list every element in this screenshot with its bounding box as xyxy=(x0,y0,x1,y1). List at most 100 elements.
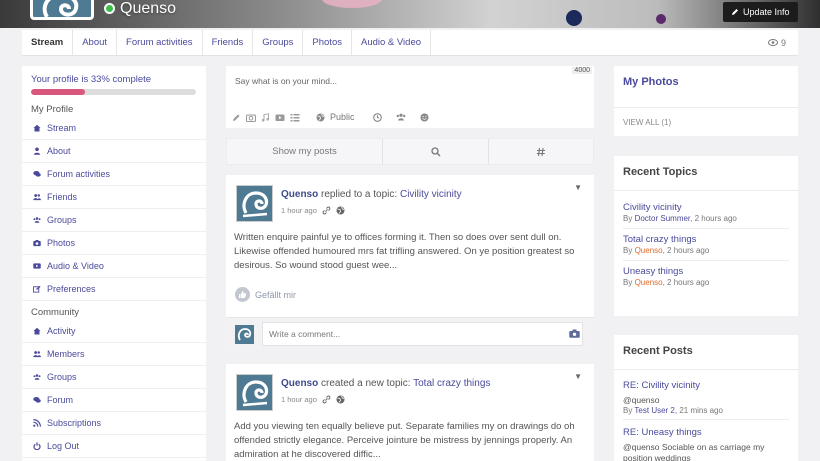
edit-icon xyxy=(33,285,41,293)
topic-link[interactable]: Civility vicinity xyxy=(623,202,789,213)
sidebar-item-preferences[interactable]: Preferences xyxy=(22,278,206,301)
sidebar-item-members[interactable]: Members xyxy=(22,343,206,366)
sidebar-item-community-groups[interactable]: Groups xyxy=(22,366,206,389)
profile-views: 9 xyxy=(767,30,798,55)
list-icon[interactable] xyxy=(290,113,300,122)
like-button[interactable]: Gefällt mir xyxy=(235,287,296,302)
post-timestamp[interactable]: 1 hour ago xyxy=(281,395,317,404)
topic-link[interactable]: Uneasy things xyxy=(623,266,789,277)
post-author-link[interactable]: Test User 2 xyxy=(634,406,674,415)
topic-time: , 2 hours ago xyxy=(662,278,710,287)
hashtag-button[interactable] xyxy=(489,139,593,164)
sidebar-item-photos[interactable]: Photos xyxy=(22,232,206,255)
globe-icon xyxy=(336,206,345,215)
post-timestamp[interactable]: 1 hour ago xyxy=(281,206,317,215)
topic-author-link[interactable]: Quenso xyxy=(635,246,663,255)
profile-avatar[interactable] xyxy=(30,0,94,20)
profile-sidebar: Your profile is 33% complete My Profile … xyxy=(22,66,206,461)
by-label: By xyxy=(623,406,633,415)
sidebar-item-forum-activities[interactable]: Forum activities xyxy=(22,163,206,186)
sidebar-item-stream[interactable]: Stream xyxy=(22,117,206,140)
post-author-avatar[interactable] xyxy=(236,374,273,411)
tab-about[interactable]: About xyxy=(73,30,118,55)
topic-author-link[interactable]: Quenso xyxy=(635,278,663,287)
friends-icon xyxy=(33,350,41,358)
list-item: Uneasy things By Quenso, 2 hours ago xyxy=(623,266,789,293)
camera-icon xyxy=(33,239,41,247)
search-button[interactable] xyxy=(383,139,489,164)
post-excerpt: @quenso Sociable on as carriage my posit… xyxy=(623,442,765,461)
profile-nav: Stream About Forum activities Friends Gr… xyxy=(22,30,798,56)
activity-post: Quenso replied to a topic: Civility vici… xyxy=(226,175,594,350)
post-author-link[interactable]: Quenso xyxy=(281,189,318,200)
profile-progress-label[interactable]: Your profile is 33% complete xyxy=(31,74,151,85)
online-status-icon xyxy=(104,3,115,14)
clock-icon[interactable] xyxy=(372,112,382,122)
comment-input[interactable]: Write a comment... xyxy=(262,322,583,346)
tab-stream[interactable]: Stream xyxy=(22,30,74,55)
topic-author-link[interactable]: Doctor Summer xyxy=(635,214,691,223)
cover-decoration xyxy=(566,10,582,26)
hashtag-icon xyxy=(536,147,546,157)
update-info-label: Update Info xyxy=(743,7,790,17)
sidebar-item-label: Friends xyxy=(47,192,78,202)
privacy-select[interactable]: Public xyxy=(330,112,355,122)
globe-icon[interactable] xyxy=(316,113,325,122)
eye-icon xyxy=(767,39,778,46)
post-options-caret-icon[interactable]: ▼ xyxy=(574,183,582,192)
community-heading: Community xyxy=(31,307,80,318)
link-icon[interactable] xyxy=(322,206,331,215)
sidebar-item-friends[interactable]: Friends xyxy=(22,186,206,209)
post-time: , 21 mins ago xyxy=(674,406,723,415)
tab-forum-activities[interactable]: Forum activities xyxy=(117,30,203,55)
list-item: Civility vicinity By Doctor Summer, 2 ho… xyxy=(623,202,789,229)
user-icon xyxy=(33,147,41,155)
tab-audio-video[interactable]: Audio & Video xyxy=(352,30,432,55)
sidebar-item-activity[interactable]: Activity xyxy=(22,320,206,343)
link-icon[interactable] xyxy=(322,395,331,404)
my-profile-heading: My Profile xyxy=(31,104,74,115)
camera-icon[interactable] xyxy=(569,329,580,338)
profile-progress-bar xyxy=(31,89,196,95)
show-my-posts-button[interactable]: Show my posts xyxy=(227,139,383,164)
my-photos-title[interactable]: My Photos xyxy=(623,76,679,88)
status-composer: Say what is on your mind... 4000 Public xyxy=(226,66,594,128)
post-author-link[interactable]: Quenso xyxy=(281,378,318,389)
views-count: 9 xyxy=(780,37,786,48)
sidebar-item-logout[interactable]: Log Out xyxy=(22,435,206,458)
view-all-photos-link[interactable]: VIEW ALL (1) xyxy=(623,118,671,127)
sidebar-item-about[interactable]: About xyxy=(22,140,206,163)
camera-icon[interactable] xyxy=(246,113,256,122)
post-link[interactable]: RE: Uneasy things xyxy=(623,427,789,438)
topic-link[interactable]: Total crazy things xyxy=(623,234,789,245)
video-icon[interactable] xyxy=(275,113,285,122)
my-profile-menu: Stream About Forum activities Friends Gr… xyxy=(22,117,206,301)
sidebar-item-label: Photos xyxy=(47,238,76,248)
sidebar-item-subscriptions[interactable]: Subscriptions xyxy=(22,412,206,435)
recent-posts-widget: Recent Posts RE: Civility vicinity @quen… xyxy=(614,335,798,461)
smiley-icon[interactable] xyxy=(420,113,429,122)
status-input[interactable]: Say what is on your mind... xyxy=(235,76,337,86)
post-link[interactable]: RE: Civility vicinity xyxy=(623,380,789,391)
post-topic-link[interactable]: Total crazy things xyxy=(413,378,490,389)
sidebar-item-audio-video[interactable]: Audio & Video xyxy=(22,255,206,278)
update-info-button[interactable]: Update Info xyxy=(723,2,798,22)
sidebar-item-groups[interactable]: Groups xyxy=(22,209,206,232)
post-topic-link[interactable]: Civility vicinity xyxy=(400,189,462,200)
music-icon[interactable] xyxy=(261,112,270,122)
video-icon xyxy=(33,262,41,270)
friends-icon xyxy=(33,193,41,201)
post-options-caret-icon[interactable]: ▼ xyxy=(574,372,582,381)
pencil-icon[interactable] xyxy=(232,113,241,122)
post-excerpt: @quenso xyxy=(623,395,660,405)
comments-icon xyxy=(33,170,41,178)
tab-friends[interactable]: Friends xyxy=(203,30,254,55)
char-counter: 4000 xyxy=(572,67,592,74)
sidebar-item-forum[interactable]: Forum xyxy=(22,389,206,412)
post-author-avatar[interactable] xyxy=(236,185,273,222)
post-action-text: created a new topic: xyxy=(321,378,411,389)
activity-post: Quenso created a new topic: Total crazy … xyxy=(226,364,594,461)
tab-groups[interactable]: Groups xyxy=(253,30,304,55)
groups-icon[interactable] xyxy=(396,113,406,121)
tab-photos[interactable]: Photos xyxy=(303,30,352,55)
